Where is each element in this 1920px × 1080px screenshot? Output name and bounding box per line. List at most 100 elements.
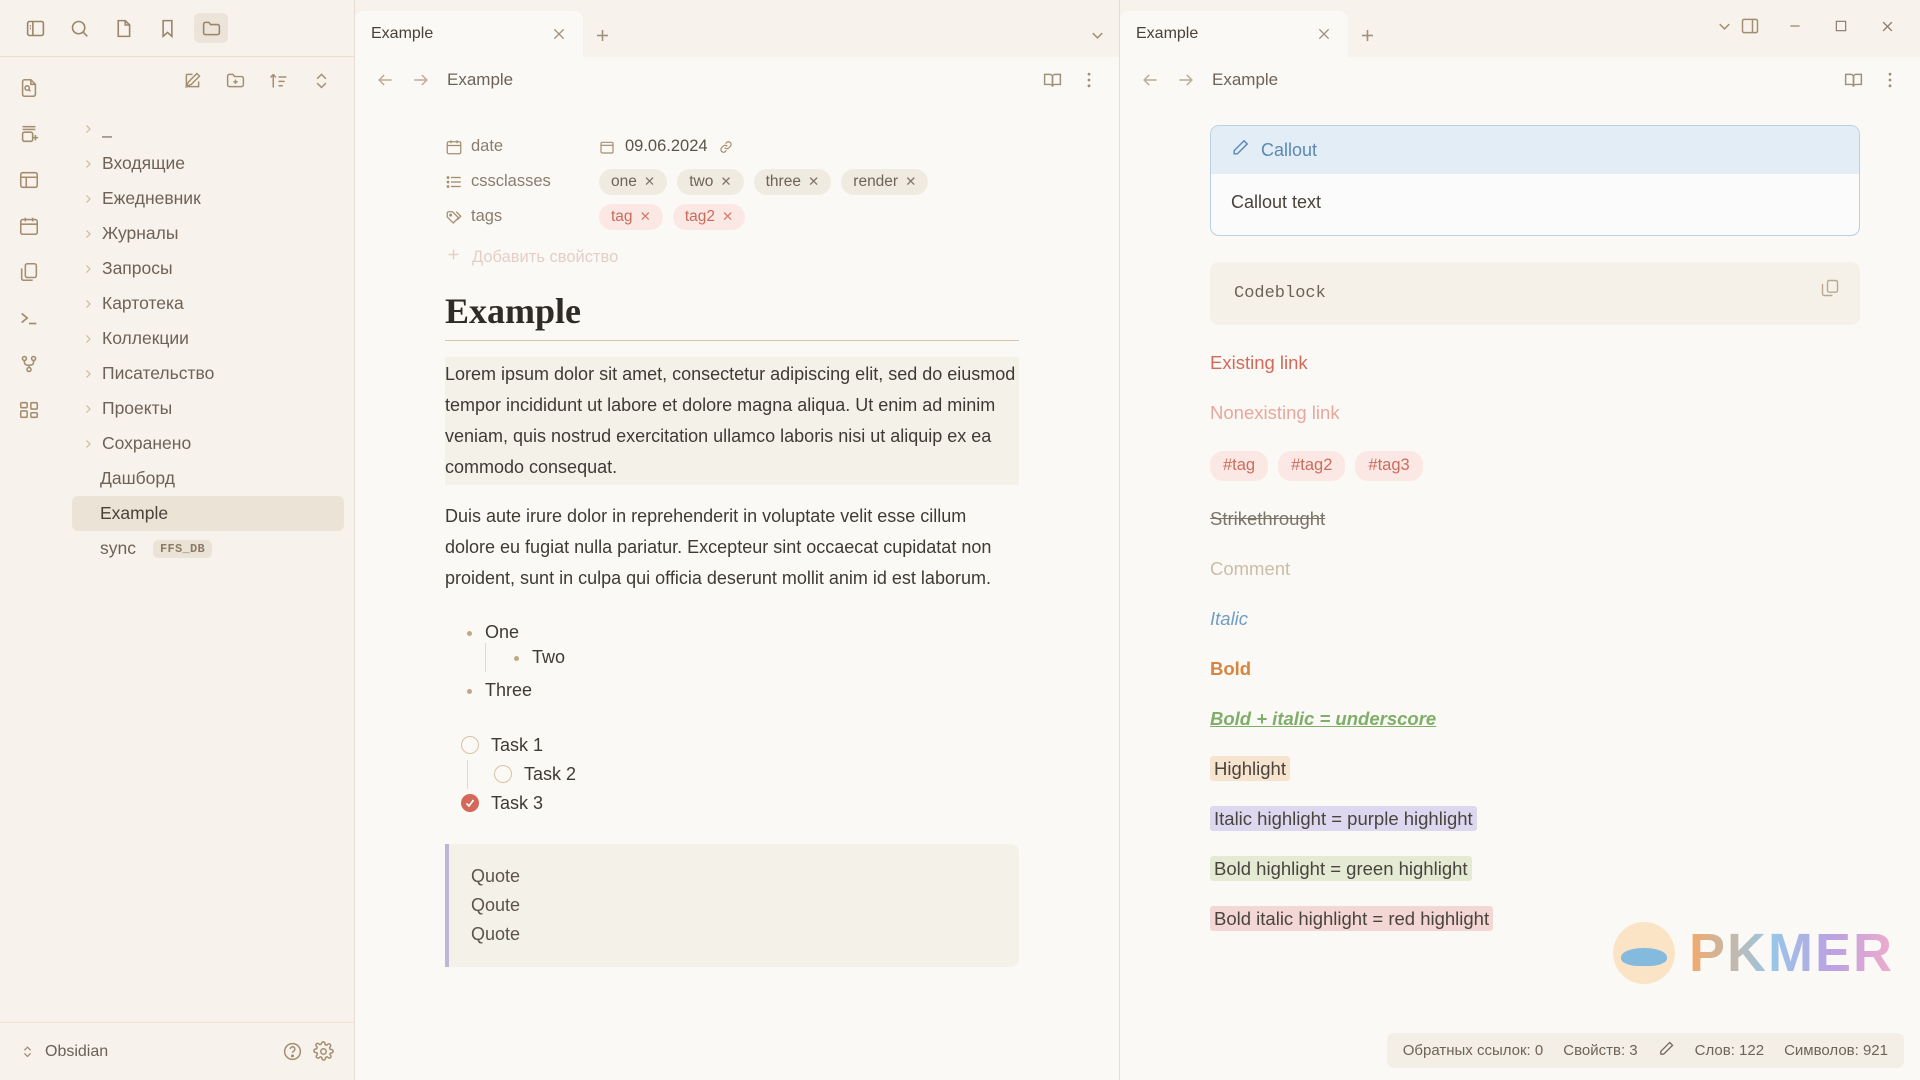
tag-pill[interactable]: tag ✕ bbox=[599, 203, 663, 230]
sort-action-icon[interactable] bbox=[268, 70, 289, 91]
chevron-right-icon[interactable] bbox=[82, 403, 94, 415]
property-key[interactable]: tags bbox=[471, 207, 599, 226]
arrow-right-icon[interactable] bbox=[411, 70, 431, 90]
tag-pill[interactable]: tag2 ✕ bbox=[672, 203, 746, 230]
tag-chip[interactable]: #tag3 bbox=[1355, 451, 1423, 481]
chevron-right-icon[interactable] bbox=[82, 263, 94, 275]
task-checkbox[interactable] bbox=[461, 794, 479, 813]
folder-item[interactable]: Журналы bbox=[72, 216, 344, 251]
link-icon[interactable] bbox=[718, 139, 734, 155]
date-value[interactable]: 09.06.2024 bbox=[625, 137, 708, 156]
file-item[interactable]: Example bbox=[72, 496, 344, 531]
chevron-down-icon[interactable] bbox=[1088, 26, 1107, 45]
search-icon[interactable] bbox=[62, 13, 96, 43]
chevron-right-icon[interactable] bbox=[82, 123, 94, 135]
chevron-right-icon[interactable] bbox=[82, 193, 94, 205]
maximize-icon[interactable] bbox=[1820, 7, 1862, 45]
folder-item[interactable]: Коллекции bbox=[72, 321, 344, 356]
class-pill[interactable]: render ✕ bbox=[841, 168, 929, 195]
pencil-edit-icon[interactable] bbox=[1658, 1040, 1675, 1061]
note-editor-middle[interactable]: date 09.06.2024 cssclasses one ✕ two ✕ three ✕ re… bbox=[355, 103, 1119, 1080]
vault-switcher[interactable]: Obsidian bbox=[20, 1043, 272, 1061]
date-picker-icon[interactable] bbox=[599, 139, 615, 155]
chevron-right-icon[interactable] bbox=[82, 333, 94, 345]
split-right-icon[interactable] bbox=[1740, 16, 1760, 36]
expand-collapse-action-icon[interactable] bbox=[311, 70, 332, 91]
remove-icon[interactable]: ✕ bbox=[722, 209, 733, 225]
status-properties[interactable]: Свойств: 3 bbox=[1563, 1042, 1637, 1059]
arrow-left-icon[interactable] bbox=[375, 70, 395, 90]
folder-item[interactable]: Входящие bbox=[72, 146, 344, 181]
chevron-right-icon[interactable] bbox=[82, 298, 94, 310]
property-value[interactable]: one ✕ two ✕ three ✕ render ✕ bbox=[599, 168, 929, 195]
bookmark-icon[interactable] bbox=[150, 13, 184, 43]
folder-item[interactable]: Запросы bbox=[72, 251, 344, 286]
chevron-right-icon[interactable] bbox=[82, 438, 94, 450]
more-vertical-icon[interactable] bbox=[1079, 70, 1099, 90]
existing-link[interactable]: Existing link bbox=[1210, 352, 1308, 373]
plus-icon[interactable] bbox=[1358, 26, 1377, 45]
remove-icon[interactable]: ✕ bbox=[808, 174, 819, 190]
property-value[interactable]: 09.06.2024 bbox=[599, 137, 734, 156]
note-editor-right[interactable]: Callout Callout text Codeblock Existing … bbox=[1120, 103, 1920, 1080]
close-icon[interactable] bbox=[1316, 26, 1332, 42]
tab-example-middle[interactable]: Example bbox=[355, 11, 583, 57]
remove-icon[interactable]: ✕ bbox=[644, 174, 655, 190]
close-window-icon[interactable] bbox=[1866, 7, 1908, 45]
chevron-right-icon[interactable] bbox=[82, 158, 94, 170]
folder-item[interactable]: Картотека bbox=[72, 286, 344, 321]
file-item[interactable]: sync FFS_DB bbox=[72, 531, 344, 566]
new-note-action-icon[interactable] bbox=[182, 70, 203, 91]
status-chars[interactable]: Символов: 921 bbox=[1784, 1042, 1888, 1059]
folder-item[interactable]: Писательство bbox=[72, 356, 344, 391]
minimize-icon[interactable] bbox=[1774, 7, 1816, 45]
new-note-icon[interactable] bbox=[106, 13, 140, 43]
close-icon[interactable] bbox=[551, 26, 567, 42]
tab-example-right[interactable]: Example bbox=[1120, 11, 1348, 57]
add-property-button[interactable]: Добавить свойство bbox=[445, 246, 1019, 268]
more-vertical-icon[interactable] bbox=[1880, 70, 1900, 90]
property-key[interactable]: cssclasses bbox=[471, 172, 599, 191]
help-icon[interactable] bbox=[282, 1041, 303, 1062]
new-folder-action-icon[interactable] bbox=[225, 70, 246, 91]
status-words[interactable]: Слов: 122 bbox=[1695, 1042, 1764, 1059]
folder-item[interactable]: Проекты bbox=[72, 391, 344, 426]
book-open-icon[interactable] bbox=[1042, 70, 1063, 91]
task-checkbox[interactable] bbox=[494, 765, 512, 784]
class-pill[interactable]: one ✕ bbox=[599, 168, 668, 195]
class-pill[interactable]: two ✕ bbox=[677, 168, 744, 195]
class-pill[interactable]: three ✕ bbox=[753, 168, 832, 195]
dashboard-grid-icon[interactable] bbox=[12, 393, 46, 427]
folder-item[interactable]: Ежедневник bbox=[72, 181, 344, 216]
file-search-icon[interactable] bbox=[12, 71, 46, 105]
task-checkbox[interactable] bbox=[461, 736, 479, 755]
property-value[interactable]: tag ✕ tag2 ✕ bbox=[599, 203, 746, 230]
remove-icon[interactable]: ✕ bbox=[905, 174, 916, 190]
status-backlinks[interactable]: Обратных ссылок: 0 bbox=[1403, 1042, 1544, 1059]
gear-icon[interactable] bbox=[313, 1041, 334, 1062]
folder-item[interactable]: _ bbox=[72, 111, 344, 146]
file-item[interactable]: Дашборд bbox=[72, 461, 344, 496]
folder-item[interactable]: Сохранено bbox=[72, 426, 344, 461]
copy-files-icon[interactable] bbox=[12, 255, 46, 289]
remove-icon[interactable]: ✕ bbox=[640, 209, 651, 225]
chevron-right-icon[interactable] bbox=[82, 368, 94, 380]
folder-icon[interactable] bbox=[194, 13, 228, 43]
tag-chip[interactable]: #tag2 bbox=[1278, 451, 1346, 481]
arrow-right-icon[interactable] bbox=[1176, 70, 1196, 90]
calendar-icon[interactable] bbox=[12, 209, 46, 243]
chevron-right-icon[interactable] bbox=[82, 228, 94, 240]
arrow-left-icon[interactable] bbox=[1140, 70, 1160, 90]
layout-icon[interactable] bbox=[12, 163, 46, 197]
add-card-icon[interactable] bbox=[12, 117, 46, 151]
terminal-icon[interactable] bbox=[12, 301, 46, 335]
plus-icon[interactable] bbox=[593, 26, 612, 45]
git-branch-icon[interactable] bbox=[12, 347, 46, 381]
property-key[interactable]: date bbox=[471, 137, 599, 156]
copy-icon[interactable] bbox=[1820, 278, 1840, 298]
book-open-icon[interactable] bbox=[1843, 70, 1864, 91]
toggle-sidebar-icon[interactable] bbox=[18, 13, 52, 43]
nonexisting-link[interactable]: Nonexisting link bbox=[1210, 402, 1340, 423]
chevron-down-icon[interactable] bbox=[1715, 17, 1734, 36]
tag-chip[interactable]: #tag bbox=[1210, 451, 1269, 481]
